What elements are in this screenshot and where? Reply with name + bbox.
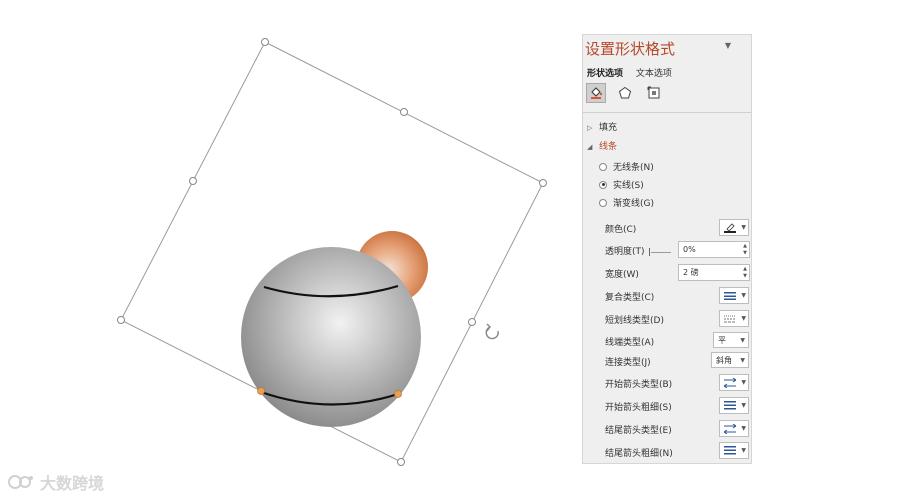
- chevron-down-icon: ▼: [741, 315, 746, 322]
- panel-menu-caret-icon[interactable]: ▼: [725, 41, 731, 50]
- color-picker-button[interactable]: ▼: [719, 219, 749, 236]
- section-line-label: 线条: [599, 142, 618, 152]
- chevron-down-icon: ▼: [740, 356, 745, 364]
- cap-type-value: 平: [718, 335, 726, 345]
- chevron-down-icon: ▼: [741, 425, 746, 432]
- resize-handle[interactable]: [189, 177, 197, 185]
- color-label: 颜色(C): [605, 225, 637, 235]
- resize-handle[interactable]: [539, 179, 547, 187]
- begin-arrow-size-button[interactable]: ▼: [719, 397, 749, 414]
- chevron-down-icon: ▼: [740, 336, 745, 344]
- join-type-select[interactable]: 斜角 ▼: [711, 352, 749, 368]
- rotate-handle-icon[interactable]: [485, 323, 499, 340]
- radio-solid-line[interactable]: 实线(S): [599, 178, 644, 191]
- arrow-type-icon: [724, 423, 736, 434]
- watermark-logo-icon: [8, 475, 33, 489]
- section-fill-label: 填充: [599, 123, 618, 133]
- arrow-size-icon: [724, 446, 736, 455]
- size-properties-icon[interactable]: [644, 83, 664, 103]
- arrow-type-icon: [724, 377, 736, 388]
- transparency-input[interactable]: 0% ▲ ▼: [678, 241, 750, 258]
- chevron-down-icon: ▼: [741, 292, 746, 299]
- begin-arrow-type-button[interactable]: ▼: [719, 374, 749, 391]
- width-input[interactable]: 2 磅 ▲ ▼: [678, 264, 750, 281]
- radio-dot[interactable]: [599, 198, 607, 207]
- slider-track: [651, 252, 671, 253]
- tab-shape-options[interactable]: 形状选项: [587, 69, 623, 79]
- spinner-arrows-icon[interactable]: ▲ ▼: [743, 266, 747, 280]
- radio-dot-selected[interactable]: [599, 180, 607, 189]
- transparency-value: 0%: [683, 245, 696, 254]
- compound-lines-icon: [724, 291, 736, 300]
- arrow-size-icon: [724, 401, 736, 410]
- panel-divider: [583, 112, 751, 113]
- effects-pentagon-icon[interactable]: [615, 83, 635, 103]
- chevron-down-icon: ▼: [741, 224, 746, 231]
- chevron-down-icon: ▼: [741, 379, 746, 386]
- radio-dot[interactable]: [599, 162, 607, 171]
- spinner-arrows-icon[interactable]: ▲ ▼: [743, 243, 747, 257]
- resize-handle[interactable]: [117, 316, 125, 324]
- join-type-value: 斜角: [716, 355, 732, 365]
- pen-color-icon: [724, 223, 736, 233]
- resize-handle[interactable]: [400, 108, 408, 116]
- watermark-text: 大数跨境: [40, 474, 105, 493]
- resize-handle[interactable]: [397, 458, 405, 466]
- resize-handle[interactable]: [261, 38, 269, 46]
- end-arrow-type-button[interactable]: ▼: [719, 420, 749, 437]
- slider-thumb[interactable]: [649, 248, 650, 256]
- chevron-down-icon: ▼: [741, 402, 746, 409]
- chevron-down-icon: ▼: [741, 447, 746, 454]
- dash-lines-icon: [724, 315, 736, 322]
- join-type-label: 连接类型(J): [605, 358, 651, 368]
- compound-type-label: 复合类型(C): [605, 293, 655, 303]
- dash-type-label: 短划线类型(D): [605, 316, 664, 326]
- cap-type-label: 线端类型(A): [605, 338, 655, 348]
- end-arrow-size-button[interactable]: ▼: [719, 442, 749, 459]
- point-handle[interactable]: [394, 390, 402, 398]
- point-handle[interactable]: [257, 387, 265, 395]
- transparency-label: 透明度(T): [605, 247, 645, 257]
- format-shape-panel: 设置形状格式 ▼ 形状选项 文本选项 ▷ 填充 ◢ 线条 无线条(N) 实线(S…: [582, 34, 752, 464]
- resize-handle[interactable]: [468, 318, 476, 326]
- tab-text-options[interactable]: 文本选项: [636, 69, 672, 79]
- cap-type-select[interactable]: 平 ▼: [713, 332, 749, 348]
- dash-type-button[interactable]: ▼: [719, 310, 749, 327]
- radio-no-line[interactable]: 无线条(N): [599, 160, 654, 173]
- begin-arrow-type-label: 开始箭头类型(B): [605, 380, 673, 390]
- compound-type-button[interactable]: ▼: [719, 287, 749, 304]
- transparency-slider[interactable]: [649, 247, 671, 257]
- category-icons: [586, 83, 664, 103]
- end-arrow-type-label: 结尾箭头类型(E): [605, 426, 672, 436]
- slide-canvas[interactable]: [0, 0, 900, 500]
- radio-no-line-label: 无线条(N): [613, 163, 654, 173]
- radio-gradient-line[interactable]: 渐变线(G): [599, 196, 654, 209]
- expand-arrow-icon: ▷: [587, 124, 593, 132]
- panel-title: 设置形状格式: [585, 40, 676, 58]
- section-fill[interactable]: ▷ 填充: [587, 120, 617, 133]
- gray-sphere[interactable]: [241, 247, 421, 427]
- fill-line-icon[interactable]: [586, 83, 606, 103]
- watermark: 大数跨境: [8, 470, 104, 494]
- begin-arrow-size-label: 开始箭头粗细(S): [605, 403, 672, 413]
- collapse-arrow-icon: ◢: [587, 143, 593, 151]
- panel-tabs: 形状选项 文本选项: [587, 66, 682, 79]
- width-label: 宽度(W): [605, 270, 639, 280]
- radio-solid-line-label: 实线(S): [613, 181, 644, 191]
- section-line[interactable]: ◢ 线条: [587, 139, 617, 152]
- end-arrow-size-label: 结尾箭头粗细(N): [605, 449, 673, 459]
- radio-gradient-line-label: 渐变线(G): [613, 199, 654, 209]
- width-value: 2 磅: [683, 268, 699, 277]
